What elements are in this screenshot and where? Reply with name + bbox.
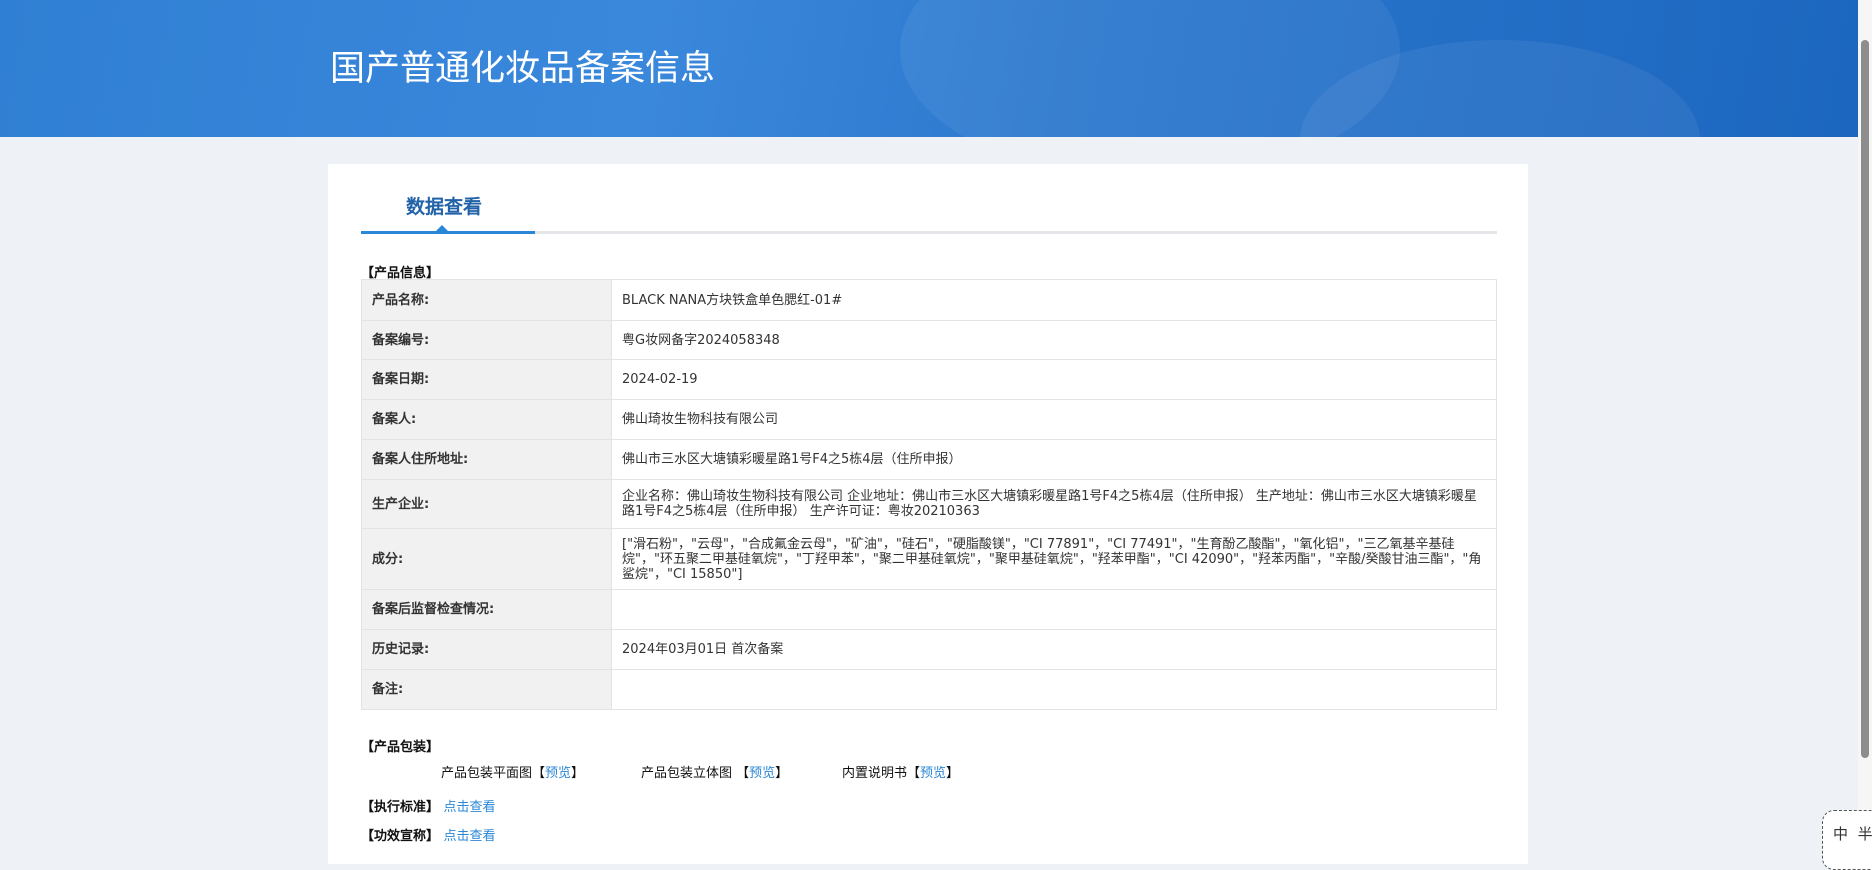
row-value: BLACK NANA方块铁盒单色腮红-01# <box>611 279 1497 321</box>
row-value <box>611 589 1497 630</box>
manual-item: 内置说明书【预览】 <box>842 762 959 781</box>
tab-bar: 数据查看 <box>361 164 1497 234</box>
tab-label: 数据查看 <box>406 196 483 218</box>
row-label: 历史记录: <box>361 629 612 670</box>
content-card: 数据查看 【产品信息】 产品名称: BLACK NANA方块铁盒单色腮红-01# 备… <box>328 164 1528 864</box>
row-label: 生产企业: <box>361 479 612 529</box>
row-value <box>611 669 1497 710</box>
table-row: 备案日期: 2024-02-19 <box>361 359 1497 400</box>
product-info-table: 产品名称: BLACK NANA方块铁盒单色腮红-01# 备案编号: 粤G妆网备字20… <box>361 279 1497 710</box>
table-row: 产品名称: BLACK NANA方块铁盒单色腮红-01# <box>361 279 1497 321</box>
preview-manual-link[interactable]: 预览 <box>920 766 946 781</box>
ime-status-widget[interactable]: 中 半 <box>1822 810 1872 870</box>
row-value: 佛山琦妆生物科技有限公司 <box>611 399 1497 440</box>
ime-width: 半 <box>1857 825 1872 843</box>
row-label: 产品名称: <box>361 279 612 321</box>
label: 产品包装平面图【 <box>441 766 546 781</box>
preview-flat-link[interactable]: 预览 <box>545 766 571 781</box>
page-header: 国产普通化妆品备案信息 <box>0 0 1858 137</box>
row-label: 备案人住所地址: <box>361 439 612 480</box>
row-value: 2024-02-19 <box>611 359 1497 400</box>
tab-data-view[interactable]: 数据查看 <box>361 164 535 234</box>
table-row: 历史记录: 2024年03月01日 首次备案 <box>361 629 1497 670</box>
row-label: 备案日期: <box>361 359 612 400</box>
row-label: 备案人: <box>361 399 612 440</box>
bracket: 】 <box>946 766 960 781</box>
label: 产品包装立体图 【 <box>641 766 750 781</box>
row-label: 备案编号: <box>361 320 612 360</box>
table-row: 备案后监督检查情况: <box>361 589 1497 630</box>
tab-active-arrow-icon <box>436 225 448 231</box>
preview-3d-link[interactable]: 预览 <box>749 766 775 781</box>
row-value: 佛山市三水区大塘镇彩暖星路1号F4之5栋4层（住所申报） <box>611 439 1497 480</box>
row-label: 备案后监督检查情况: <box>361 589 612 630</box>
scrollbar-thumb[interactable] <box>1861 40 1869 758</box>
page-title: 国产普通化妆品备案信息 <box>330 49 716 89</box>
row-value: ["滑石粉"，"云母"，"合成氟金云母"，"矿油"，"硅石"，"硬脂酸镁"，"C… <box>611 528 1497 590</box>
standard-row: 【执行标准】 点击查看 <box>361 796 496 815</box>
row-value: 企业名称：佛山琦妆生物科技有限公司 企业地址：佛山市三水区大塘镇彩暖星路1号F4… <box>611 479 1497 529</box>
row-value: 粤G妆网备字2024058348 <box>611 320 1497 360</box>
row-label: 成分: <box>361 528 612 590</box>
table-row: 备案人: 佛山琦妆生物科技有限公司 <box>361 399 1497 440</box>
table-row: 生产企业: 企业名称：佛山琦妆生物科技有限公司 企业地址：佛山市三水区大塘镇彩暖星… <box>361 479 1497 529</box>
bracket: 】 <box>571 766 585 781</box>
efficacy-view-link[interactable]: 点击查看 <box>444 829 496 844</box>
table-row: 备案编号: 粤G妆网备字2024058348 <box>361 320 1497 360</box>
ime-mode: 中 <box>1833 825 1849 843</box>
package-flat-item: 产品包装平面图【预览】 <box>441 762 584 781</box>
efficacy-row: 【功效宣称】 点击查看 <box>361 825 496 844</box>
vertical-scrollbar[interactable] <box>1858 0 1872 863</box>
row-value: 2024年03月01日 首次备案 <box>611 629 1497 670</box>
packaging-title: 【产品包装】 <box>361 740 440 755</box>
table-row: 备案人住所地址: 佛山市三水区大塘镇彩暖星路1号F4之5栋4层（住所申报） <box>361 439 1497 480</box>
row-label: 备注: <box>361 669 612 710</box>
table-row: 备注: <box>361 669 1497 710</box>
package-3d-item: 产品包装立体图 【预览】 <box>641 762 788 781</box>
label: 内置说明书【 <box>842 766 921 781</box>
table-row: 成分: ["滑石粉"，"云母"，"合成氟金云母"，"矿油"，"硅石"，"硬脂酸镁"… <box>361 528 1497 590</box>
efficacy-label: 【功效宣称】 <box>361 829 440 844</box>
standard-view-link[interactable]: 点击查看 <box>444 800 496 815</box>
standard-label: 【执行标准】 <box>361 800 440 815</box>
bracket: 】 <box>775 766 789 781</box>
